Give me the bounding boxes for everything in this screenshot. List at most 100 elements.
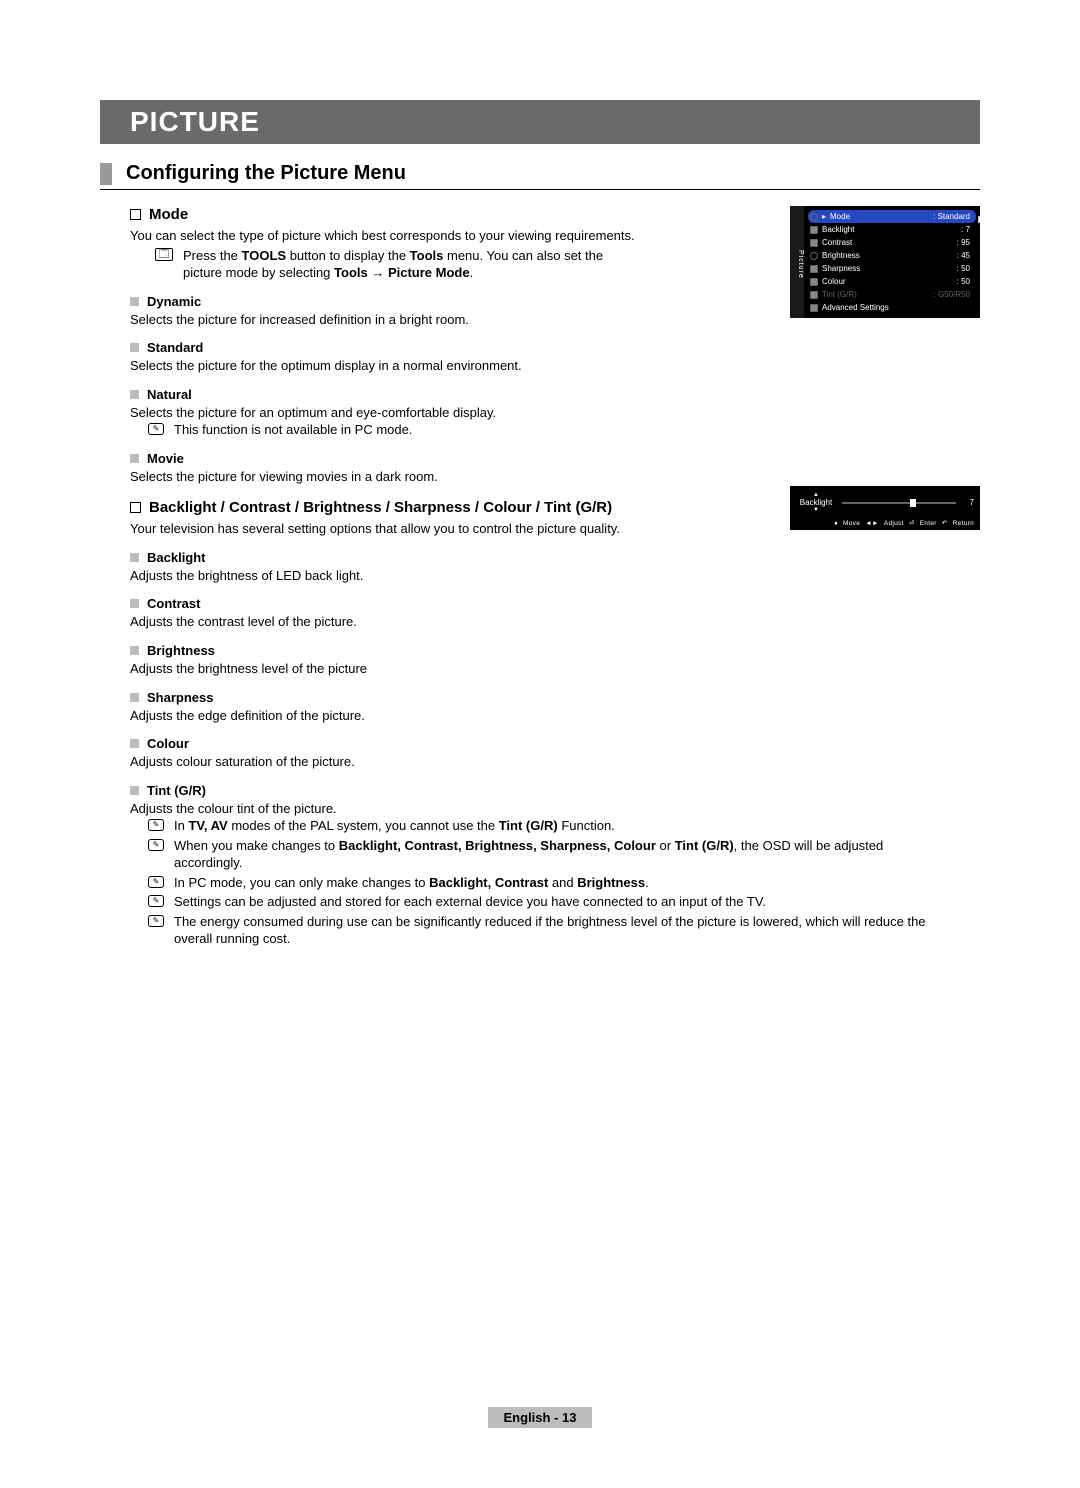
slider-label: ▲ Backlight ▼ [796, 492, 836, 513]
t: . [470, 265, 474, 280]
h3-text: Backlight / Contrast / Brightness / Shar… [149, 499, 612, 516]
h4-text: Dynamic [147, 294, 201, 309]
h4-text: Movie [147, 451, 184, 466]
note-text: Settings can be adjusted and stored for … [174, 894, 766, 909]
checkbox-empty-icon [130, 209, 141, 220]
section-mode: Mode You can select the type of picture … [100, 206, 640, 485]
osd-label: Backlight [822, 225, 854, 234]
note-icon: ✎ [148, 423, 164, 435]
t: Tint (G/R) [499, 818, 558, 833]
desc: Selects the picture for increased defini… [130, 311, 640, 329]
t: In PC mode, you can only make changes to [174, 875, 429, 890]
square-bullet-icon [130, 693, 139, 702]
h4-contrast: Contrast [130, 596, 640, 611]
t: Backlight, Contrast, Brightness, Sharpne… [339, 838, 656, 853]
h4-natural: Natural [130, 387, 640, 402]
square-icon [810, 265, 818, 273]
square-bullet-icon [130, 786, 139, 795]
h4-sharpness: Sharpness [130, 690, 640, 705]
note-icon: ✎ [148, 876, 164, 888]
osd-value: : 45 [957, 251, 970, 260]
osd-value: : G50/R50 [934, 290, 970, 299]
h4-standard: Standard [130, 340, 640, 355]
h3-quality: Backlight / Contrast / Brightness / Shar… [130, 499, 640, 516]
osd-sidebar-label: Picture [790, 206, 804, 318]
note-icon: ✎ [148, 915, 164, 927]
h4-text: Standard [147, 340, 203, 355]
square-bullet-icon [130, 454, 139, 463]
page-number: English - 13 [488, 1407, 593, 1428]
t: When you make changes to [174, 838, 339, 853]
osd-value: : 95 [957, 238, 970, 247]
section-tint: Tint (G/R) Adjusts the colour tint of th… [100, 783, 930, 948]
section-heading: Configuring the Picture Menu [100, 162, 980, 190]
circle-icon [810, 213, 818, 221]
note-icon: ✎ [148, 819, 164, 831]
h4-text: Tint (G/R) [147, 783, 206, 798]
square-icon [810, 291, 818, 299]
quality-intro: Your television has several setting opti… [130, 520, 640, 538]
h4-colour: Colour [130, 736, 640, 751]
osd-row: Tint (G/R) : G50/R50 [808, 288, 976, 301]
osd-label: Tint (G/R) [822, 290, 857, 299]
osd-value: : 7 [961, 225, 970, 234]
page-footer: English - 13 [0, 1407, 1080, 1428]
note-1: ✎ In TV, AV modes of the PAL system, you… [148, 817, 930, 835]
osd-value: : 50 [957, 264, 970, 273]
h4-tint: Tint (G/R) [130, 783, 930, 798]
h4-text: Sharpness [147, 690, 213, 705]
t: and [548, 875, 577, 890]
t: Tint (G/R) [675, 838, 734, 853]
section-quality: Backlight / Contrast / Brightness / Shar… [100, 499, 640, 770]
osd-label: Advanced Settings [822, 303, 889, 312]
t: Tools [410, 248, 444, 263]
h4-backlight: Backlight [130, 550, 640, 565]
legend-return: Return [953, 520, 974, 527]
square-bullet-icon [130, 739, 139, 748]
osd-row-mode: ▸Mode : Standard ▶ [808, 210, 976, 223]
desc: Adjusts colour saturation of the picture… [130, 753, 640, 771]
title-bar: PICTURE [100, 100, 980, 144]
square-icon [810, 278, 818, 286]
osd-row: Contrast : 95 [808, 236, 976, 249]
content: Picture ▸Mode : Standard ▶ Backlight: 7 … [100, 206, 980, 948]
t: TOOLS [242, 248, 287, 263]
osd-value: : 50 [957, 277, 970, 286]
h4-text: Natural [147, 387, 192, 402]
square-icon [810, 226, 818, 234]
note-5: ✎ The energy consumed during use can be s… [148, 913, 930, 948]
legend-adjust: Adjust [884, 520, 904, 527]
desc: Selects the picture for the optimum disp… [130, 357, 640, 375]
t: modes of the PAL system, you cannot use … [228, 818, 499, 833]
osd-label: Colour [822, 277, 846, 286]
note-4: ✎Settings can be adjusted and stored for… [148, 893, 930, 911]
h4-text: Backlight [147, 550, 206, 565]
h4-dynamic: Dynamic [130, 294, 640, 309]
osd-row: Brightness: 45 [808, 249, 976, 262]
osd-label: Contrast [822, 238, 852, 247]
note-natural: ✎This function is not available in PC mo… [148, 421, 640, 439]
heading-marker [100, 163, 112, 185]
desc: Adjusts the brightness level of the pict… [130, 660, 640, 678]
tools-note: Press the TOOLS button to display the To… [155, 247, 640, 282]
square-bullet-icon [130, 553, 139, 562]
note-text: The energy consumed during use can be si… [174, 914, 926, 947]
heading-text: Configuring the Picture Menu [126, 162, 406, 185]
osd-row: Sharpness : 50 [808, 262, 976, 275]
square-bullet-icon [130, 599, 139, 608]
note-icon: ✎ [148, 839, 164, 851]
t: Tools → Picture Mode [334, 265, 470, 280]
slider-thumb [910, 499, 916, 507]
t: Backlight, Contrast [429, 875, 548, 890]
desc: Selects the picture for an optimum and e… [130, 404, 640, 422]
h4-text: Brightness [147, 643, 215, 658]
osd-row: Advanced Settings [808, 301, 976, 314]
triangle-down-icon: ▼ [796, 507, 836, 513]
t: or [656, 838, 675, 853]
h4-movie: Movie [130, 451, 640, 466]
h4-text: Contrast [147, 596, 200, 611]
osd-label: Sharpness [822, 264, 860, 273]
t: Press the [183, 248, 242, 263]
h3-mode: Mode [130, 206, 640, 223]
t: . [645, 875, 649, 890]
